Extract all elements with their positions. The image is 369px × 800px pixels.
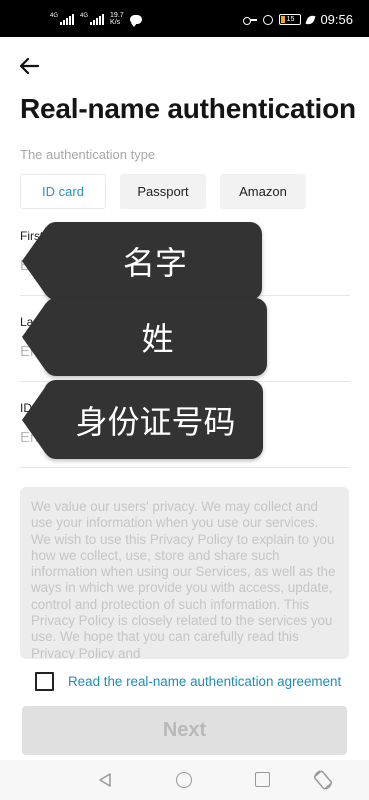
annotation-first-name: 名字 [22, 222, 262, 300]
annotation-id-card-text: 身份证号码 [75, 402, 236, 441]
agreement-link[interactable]: Read the real-name authentication agreem… [68, 674, 341, 689]
next-button[interactable]: Next [22, 706, 347, 755]
auth-type-passport[interactable]: Passport [120, 174, 206, 209]
privacy-policy-text: We value our users' privacy. We may coll… [31, 499, 336, 659]
circle-home-icon[interactable] [176, 772, 192, 788]
auth-type-label: The authentication type [20, 147, 156, 162]
back-button[interactable] [18, 56, 40, 76]
clock: 09:56 [320, 12, 353, 27]
signal-1-icon: 4G [50, 13, 75, 25]
network-speed: 19.7 K/s [110, 12, 124, 26]
annotation-last-name-text: 姓 [141, 320, 174, 358]
agreement-checkbox[interactable] [35, 672, 54, 691]
network-speed-value: 19.7 [110, 12, 124, 19]
message-notification-icon [129, 14, 142, 27]
page-title: Real-name authentication [20, 93, 356, 124]
key-icon [243, 16, 258, 25]
status-right: 15 09:56 [243, 12, 353, 27]
auth-type-selector: ID card Passport Amazon [20, 174, 306, 209]
system-nav-bar [0, 760, 369, 800]
battery-icon: 15 [279, 14, 302, 25]
leaf-icon [305, 13, 316, 26]
battery-level: 15 [286, 16, 295, 23]
annotation-id-card: 身份证号码 [22, 380, 263, 459]
network-type-2: 4G [80, 13, 89, 19]
status-left: 4G 4G 19.7 K/s [50, 12, 142, 27]
signal-2-icon: 4G [80, 13, 105, 25]
auth-type-amazon[interactable]: Amazon [220, 174, 306, 209]
annotation-first-name-text: 名字 [122, 244, 187, 282]
agreement-row: Read the real-name authentication agreem… [35, 672, 341, 691]
status-bar: 4G 4G 19.7 K/s 15 09:56 [0, 0, 369, 37]
network-type-1: 4G [50, 13, 59, 19]
network-speed-unit: K/s [110, 19, 121, 26]
annotation-last-name: 姓 [22, 298, 267, 376]
square-recent-icon[interactable] [255, 772, 270, 787]
triangle-back-icon[interactable] [97, 772, 113, 788]
alarm-icon [263, 14, 274, 25]
auth-type-id-card[interactable]: ID card [20, 174, 106, 209]
privacy-policy-box[interactable]: We value our users' privacy. We may coll… [20, 487, 349, 659]
rotate-screen-icon[interactable] [312, 769, 334, 791]
arrow-left-icon [19, 57, 40, 75]
